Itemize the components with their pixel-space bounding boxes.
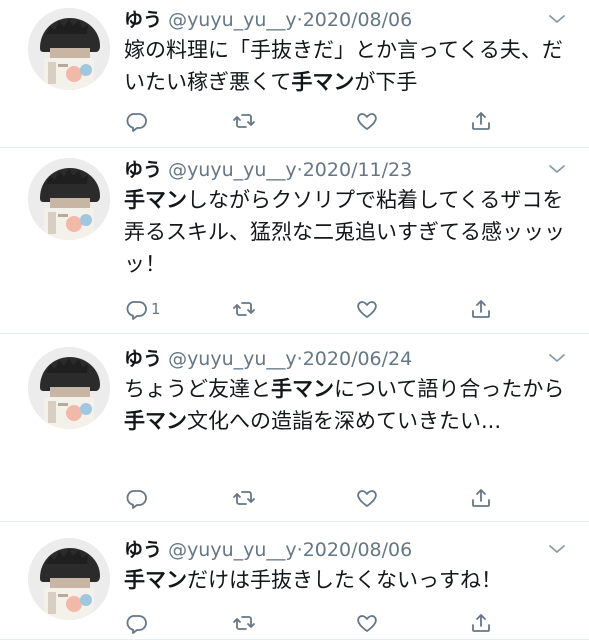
share-button[interactable] (469, 107, 493, 135)
like-button[interactable] (355, 107, 379, 135)
tweet[interactable]: ゆう @yuyu_yu__y·2020/11/23 手マンしながらクソリプで粘着し… (0, 148, 589, 334)
text-segment: ちょうど友達と (124, 377, 271, 401)
avatar[interactable] (28, 8, 110, 90)
author-name[interactable]: ゆう (124, 348, 162, 370)
tweet-header: ゆう @yuyu_yu__y·2020/08/06 (124, 538, 412, 562)
tweet[interactable]: ゆう @yuyu_yu__y·2020/08/06 手マンだけは手抜きしたくないっ… (0, 522, 589, 640)
tweet[interactable]: ゆう @yuyu_yu__y·2020/08/06 嫁の料理に「手抜きだ」とか言っ… (0, 0, 589, 148)
tweet-text: 嫁の料理に「手抜きだ」とか言ってくる夫、だいたい稼ぎ悪くて手マンが下手 (124, 34, 569, 98)
tweet-header: ゆう @yuyu_yu__y·2020/06/24 (124, 347, 412, 371)
chevron-down-icon[interactable] (547, 12, 567, 26)
chevron-down-icon[interactable] (547, 351, 567, 365)
reply-button[interactable]: 1 (124, 295, 161, 323)
reply-icon (126, 490, 147, 509)
tweet-date[interactable]: 2020/08/06 (303, 539, 413, 561)
author-handle[interactable]: @yuyu_yu__y (168, 539, 297, 561)
share-button[interactable] (469, 609, 493, 637)
retweet-button[interactable] (232, 484, 256, 512)
text-segment: しながらクソリプで粘着してくるザコを弄るスキル、猛烈な二兎追いすぎてる感ッッッッ… (124, 188, 565, 276)
highlighted-term: 手マン (271, 377, 334, 401)
retweet-icon (233, 616, 255, 630)
tweet[interactable]: ゆう @yuyu_yu__y·2020/06/24 ちょうど友達と手マンについて語… (0, 334, 589, 522)
chevron-down-icon[interactable] (547, 162, 567, 176)
highlighted-term: 手マン (124, 409, 187, 433)
reply-icon (126, 301, 147, 320)
tweet-actions: 1 (124, 295, 494, 323)
heart-icon (357, 615, 377, 632)
tweet-text: 手マンしながらクソリプで粘着してくるザコを弄るスキル、猛烈な二兎追いすぎてる感ッ… (124, 184, 569, 280)
tweet-actions (124, 609, 494, 637)
avatar[interactable] (28, 158, 110, 240)
reply-icon (126, 113, 147, 132)
avatar[interactable] (28, 538, 110, 620)
tweet-actions (124, 107, 494, 135)
text-segment: 文化への造詣を深めていきたい... (187, 409, 502, 433)
author-name[interactable]: ゆう (124, 159, 162, 181)
retweet-button[interactable] (232, 107, 256, 135)
share-button[interactable] (469, 484, 493, 512)
tweet-text: ちょうど友達と手マンについて語り合ったから手マン文化への造詣を深めていきたい..… (124, 373, 569, 437)
retweet-icon (233, 491, 255, 505)
tweet-header: ゆう @yuyu_yu__y·2020/11/23 (124, 158, 412, 182)
retweet-button[interactable] (232, 609, 256, 637)
reply-button[interactable] (124, 609, 151, 637)
author-handle[interactable]: @yuyu_yu__y (168, 159, 297, 181)
chevron-down-icon[interactable] (547, 542, 567, 556)
author-handle[interactable]: @yuyu_yu__y (168, 9, 297, 31)
heart-icon (357, 113, 377, 130)
reply-icon (126, 615, 147, 634)
author-name[interactable]: ゆう (124, 9, 162, 31)
avatar[interactable] (28, 347, 110, 429)
heart-icon (357, 301, 377, 318)
share-icon (472, 112, 490, 130)
retweet-icon (233, 302, 255, 316)
reply-count: 1 (151, 300, 161, 318)
share-icon (472, 614, 490, 632)
tweet-date[interactable]: 2020/08/06 (303, 9, 413, 31)
text-segment: だけは手抜きしたくないっすね！ (187, 568, 502, 592)
tweet-text: 手マンだけは手抜きしたくないっすね！ (124, 564, 569, 596)
retweet-icon (233, 114, 255, 128)
text-segment: について語り合ったから (334, 377, 565, 401)
tweet-date[interactable]: 2020/11/23 (303, 159, 413, 181)
share-icon (472, 489, 490, 507)
reply-button[interactable] (124, 484, 151, 512)
tweet-header: ゆう @yuyu_yu__y·2020/08/06 (124, 8, 412, 32)
like-button[interactable] (355, 295, 379, 323)
share-button[interactable] (469, 295, 493, 323)
retweet-button[interactable] (232, 295, 256, 323)
highlighted-term: 手マン (124, 188, 187, 212)
like-button[interactable] (355, 609, 379, 637)
heart-icon (357, 490, 377, 507)
share-icon (472, 300, 490, 318)
highlighted-term: 手マン (124, 568, 187, 592)
author-handle[interactable]: @yuyu_yu__y (168, 348, 297, 370)
tweet-actions (124, 484, 494, 512)
like-button[interactable] (355, 484, 379, 512)
tweet-date[interactable]: 2020/06/24 (303, 348, 413, 370)
reply-button[interactable] (124, 107, 151, 135)
text-segment: が下手 (354, 70, 418, 94)
highlighted-term: 手マン (291, 70, 355, 94)
author-name[interactable]: ゆう (124, 539, 162, 561)
